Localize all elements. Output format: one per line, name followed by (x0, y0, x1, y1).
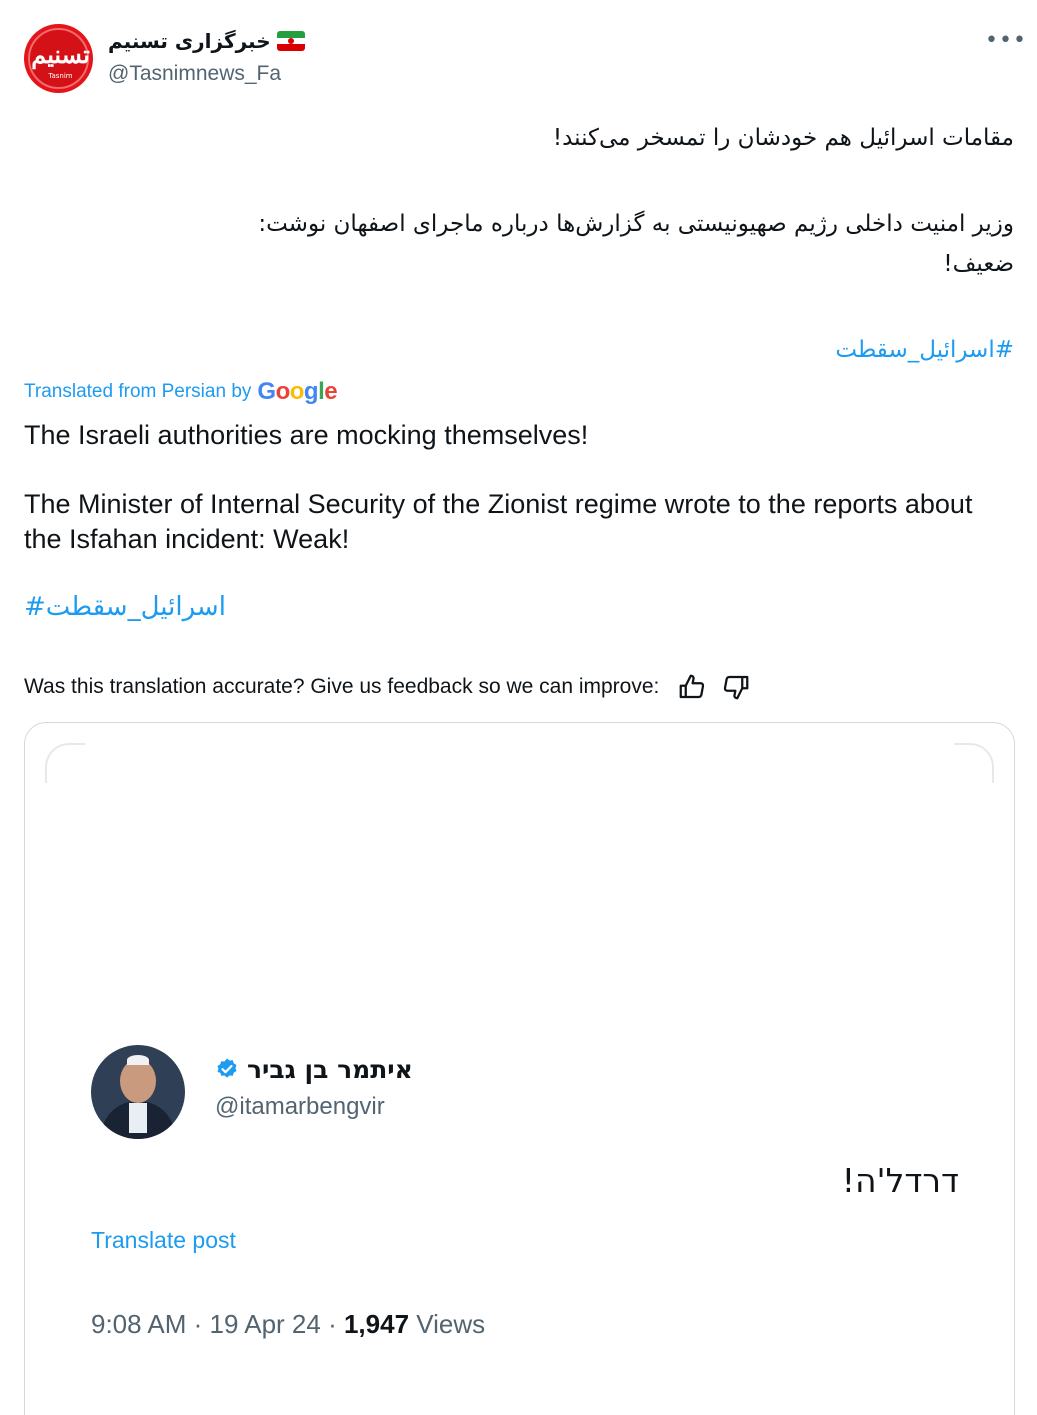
translate-post-link: Translate post (91, 1227, 236, 1253)
translation-line-2: The Minister of Internal Security of the… (24, 489, 973, 554)
translation-line-1: The Israeli authorities are mocking them… (24, 420, 589, 450)
tweet-fa-line-3: ضعیف! (943, 251, 1014, 277)
translation-label: Translated from Persian by (24, 381, 252, 402)
card-corner-decoration (45, 743, 85, 783)
verified-badge-icon (217, 1058, 237, 1078)
quoted-meta: 9:08 AM · 19 Apr 24 · 1,947 Views (91, 1309, 485, 1340)
translation-attribution[interactable]: Translated from Persian by Google (24, 378, 338, 406)
meta-separator: · (328, 1309, 344, 1339)
avatar-logo: تسنیم Tasnim (28, 28, 90, 89)
quoted-views-label: Views (416, 1309, 486, 1339)
iran-flag-icon (276, 31, 305, 51)
author-handle[interactable]: @Tasnimnews_Fa (108, 62, 305, 86)
feedback-question: Was this translation accurate? Give us f… (24, 675, 660, 698)
quoted-time: 9:08 AM (91, 1309, 187, 1339)
quoted-display-name: איתמר בן גביר (247, 1054, 413, 1084)
quoted-date: 19 Apr 24 (209, 1309, 321, 1339)
quoted-avatar (91, 1045, 185, 1139)
translation-feedback: Was this translation accurate? Give us f… (24, 672, 751, 702)
avatar-logo-text: تسنیم (31, 40, 90, 69)
translation-hashtag[interactable]: #اسرائیل_سقطت (24, 592, 226, 622)
quoted-user-info: איתמר בן גביר @itamarbengvir (215, 1051, 413, 1121)
card-corner-decoration (954, 743, 994, 783)
tweet-fa-line-1: مقامات اسرائیل هم خودشان را تمسخر می‌کنن… (552, 125, 1014, 151)
author-avatar[interactable]: تسنیم Tasnim (24, 24, 93, 93)
quoted-media-card[interactable]: איתמר בן גביר @itamarbengvir דרדל'ה! Tra… (24, 722, 1015, 1415)
quoted-name-row: איתמר בן גביר (215, 1051, 413, 1087)
avatar-shirt (129, 1103, 147, 1133)
author-display-name[interactable]: خبرگزاری تسنیم (108, 29, 271, 53)
meta-separator: · (193, 1309, 210, 1339)
tweet-fa-hashtag[interactable]: #اسرائیل_سقطت (24, 330, 1014, 370)
author-info: خبرگزاری تسنیم @Tasnimnews_Fa (108, 26, 305, 86)
google-logo: Google (257, 378, 338, 405)
thumbs-down-icon[interactable] (721, 672, 751, 702)
avatar-kippah (127, 1055, 149, 1065)
quoted-text: דרדל'ה! (841, 1161, 959, 1200)
author-name-row: خبرگزاری تسنیم (108, 26, 305, 56)
avatar-logo-subtext: Tasnim (48, 72, 73, 80)
avatar-head (120, 1059, 156, 1103)
thumbs-up-icon[interactable] (677, 672, 707, 702)
more-icon[interactable]: ••• (985, 28, 1027, 53)
tweet-fa-line-2: وزیر امنیت داخلی رژیم صهیونیستی به گزارش… (258, 211, 1014, 237)
quoted-views-count: 1,947 (343, 1309, 410, 1339)
quoted-handle: @itamarbengvir (215, 1093, 385, 1120)
